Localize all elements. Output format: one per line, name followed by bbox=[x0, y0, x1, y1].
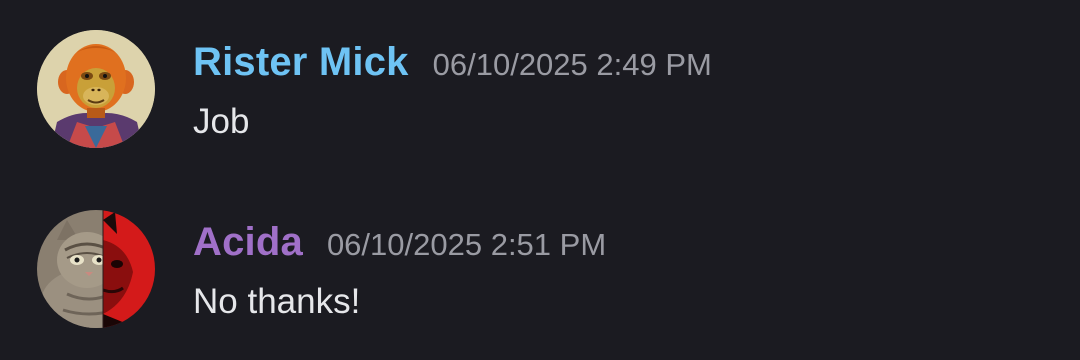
user-avatar-rister-mick[interactable] bbox=[37, 30, 155, 148]
timestamp: 06/10/2025 2:49 PM bbox=[432, 47, 712, 82]
message-text: No thanks! bbox=[193, 282, 361, 321]
username[interactable]: Rister Mick bbox=[193, 40, 409, 85]
message-text: Job bbox=[193, 102, 250, 141]
message-header: Acida 06/10/2025 2:51 PM bbox=[193, 220, 606, 265]
orange-ape-avatar-icon bbox=[37, 30, 155, 148]
timestamp: 06/10/2025 2:51 PM bbox=[326, 227, 607, 262]
user-avatar-acida[interactable] bbox=[37, 210, 155, 328]
message-header: Rister Mick 06/10/2025 2:49 PM bbox=[193, 40, 712, 85]
cat-demon-split-avatar-icon bbox=[37, 210, 155, 328]
chat-message: Acida 06/10/2025 2:51 PM No thanks! bbox=[0, 206, 1080, 346]
username[interactable]: Acida bbox=[193, 220, 303, 265]
chat-message: Rister Mick 06/10/2025 2:49 PM Job bbox=[0, 26, 1080, 166]
